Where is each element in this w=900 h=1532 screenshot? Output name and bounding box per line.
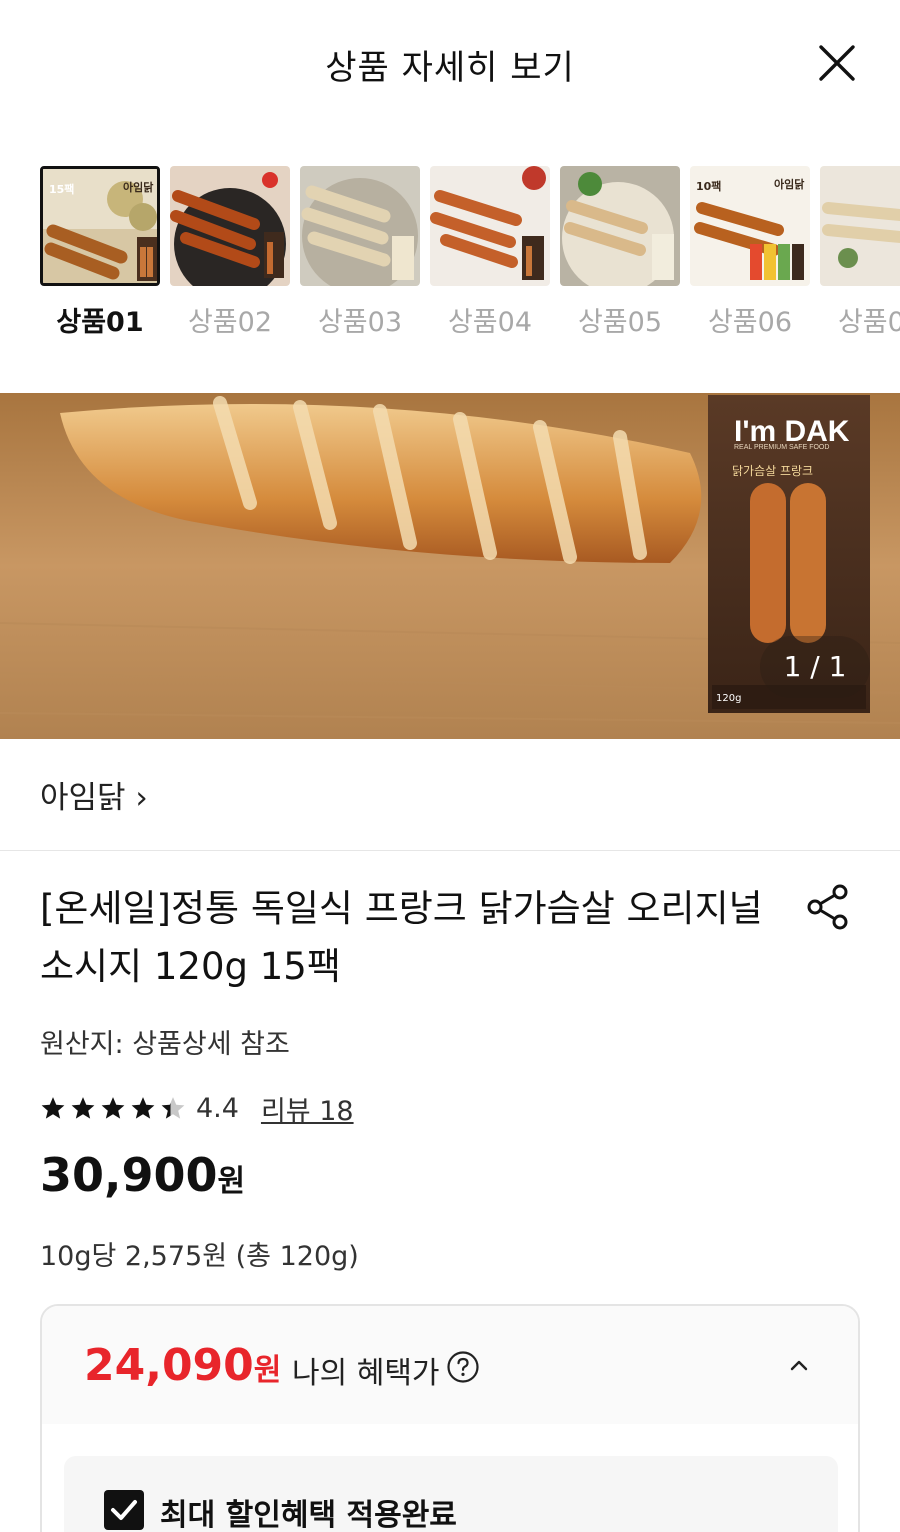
price: 30,900원 [40,1148,245,1202]
benefit-price: 24,090원 [84,1340,281,1391]
benefit-price-unit: 원 [253,1353,282,1388]
rating-row: 4.4 리뷰 18 [40,1088,354,1128]
benefit-header[interactable]: 24,090원 나의 혜택가 [42,1306,858,1424]
check-icon [111,1500,137,1520]
thumbnail-item[interactable]: 상품02 [170,164,290,338]
product-title: [온세일]정통 독일식 프랑크 닭가슴살 오리지널 소시지 120g 15팩 [40,887,763,988]
thumbnail-picture [430,166,550,286]
rating-value: 4.4 [196,1092,239,1124]
svg-text:닭가슴살 프랑크: 닭가슴살 프랑크 [732,464,813,478]
star-icon [41,1097,65,1119]
benefit-detail: 최대 할인혜택 적용완료 [64,1456,838,1532]
origin-info: 원산지: 상품상세 참조 [40,1029,290,1060]
thumbnail-item[interactable]: 상품03 [300,164,420,338]
image-counter: 1 / 1 [760,636,870,698]
benefit-applied-text: 최대 할인혜택 적용완료 [160,1498,457,1532]
svg-text:120g: 120g [716,693,741,704]
chevron-up-icon[interactable] [787,1354,811,1378]
thumbnail-label[interactable]: 상품05 [554,300,686,339]
close-icon[interactable] [814,40,860,86]
divider [0,850,900,851]
thumbnail-item[interactable]: 상품04 [430,164,550,338]
thumbnail-image[interactable] [560,166,680,286]
svg-text:REAL PREMIUM SAFE FOOD: REAL PREMIUM SAFE FOOD [734,444,829,451]
benefit-price-value: 24,090 [84,1340,254,1391]
brand-link[interactable]: 아임닭 › [40,772,148,817]
thumbnail-picture [560,166,680,286]
thumbnail-picture [170,166,290,286]
thumbnail-label[interactable]: 상품04 [424,300,556,339]
thumbnail-image[interactable]: 10팩 아임닭 [690,166,810,286]
thumbnail-picture [300,166,420,286]
header: 상품 자세히 보기 [0,0,900,128]
thumbnail-label[interactable]: 상품02 [164,300,296,339]
half-star-icon [161,1097,185,1119]
thumbnail-label[interactable]: 상품07 [814,300,900,339]
thumbnail-item[interactable]: 상품05 [560,164,680,338]
thumbnail-image[interactable]: 15팩 아임닭 [40,166,160,286]
thumbnail-image[interactable] [300,166,420,286]
star-icon [131,1097,155,1119]
help-icon[interactable] [446,1350,480,1384]
close-button[interactable] [814,40,860,86]
thumbnail-strip[interactable]: 15팩 아임닭 상품01 상품02 상품03 상품04 상품05 10팩 아임닭… [0,164,900,344]
max-discount-checkbox[interactable] [104,1490,144,1530]
thumbnail-image[interactable] [430,166,550,286]
share-button[interactable] [802,882,854,932]
unit-price: 10g당 2,575원 (총 120g) [40,1241,359,1272]
thumbnail-badge-brand: 아임닭 [123,181,154,194]
thumbnail-item[interactable]: 15팩 아임닭 상품01 [40,164,160,338]
benefit-card: 24,090원 나의 혜택가 최대 할인혜택 적용완료 [40,1304,860,1532]
star-icon [101,1097,125,1119]
thumbnail-item[interactable]: 10팩 아임닭 상품06 [690,164,810,338]
thumbnail-label[interactable]: 상품01 [34,300,166,339]
thumbnail-badge-count: 15팩 [49,183,75,196]
thumbnail-label[interactable]: 상품06 [684,300,816,339]
star-rating [40,1095,186,1121]
product-hero-image[interactable]: I'm DAK REAL PREMIUM SAFE FOOD 닭가슴살 프랑크 … [0,393,900,739]
share-icon[interactable] [802,882,854,932]
thumbnail-badge-count: 10팩 [696,180,722,193]
thumbnail-image[interactable] [820,166,900,286]
benefit-label: 나의 혜택가 [292,1356,440,1391]
star-icon [71,1097,95,1119]
thumbnail-badge-brand: 아임닭 [774,178,805,191]
review-link[interactable]: 리뷰 18 [261,1089,354,1128]
thumbnail-label[interactable]: 상품03 [294,300,426,339]
price-value: 30,900 [40,1148,218,1202]
thumbnail-image[interactable] [170,166,290,286]
hero-picture: I'm DAK REAL PREMIUM SAFE FOOD 닭가슴살 프랑크 … [0,393,900,739]
thumbnail-item[interactable]: 상품07 [820,164,900,338]
price-unit: 원 [217,1164,246,1199]
page-title: 상품 자세히 보기 [325,48,575,88]
thumbnail-picture [820,166,900,286]
